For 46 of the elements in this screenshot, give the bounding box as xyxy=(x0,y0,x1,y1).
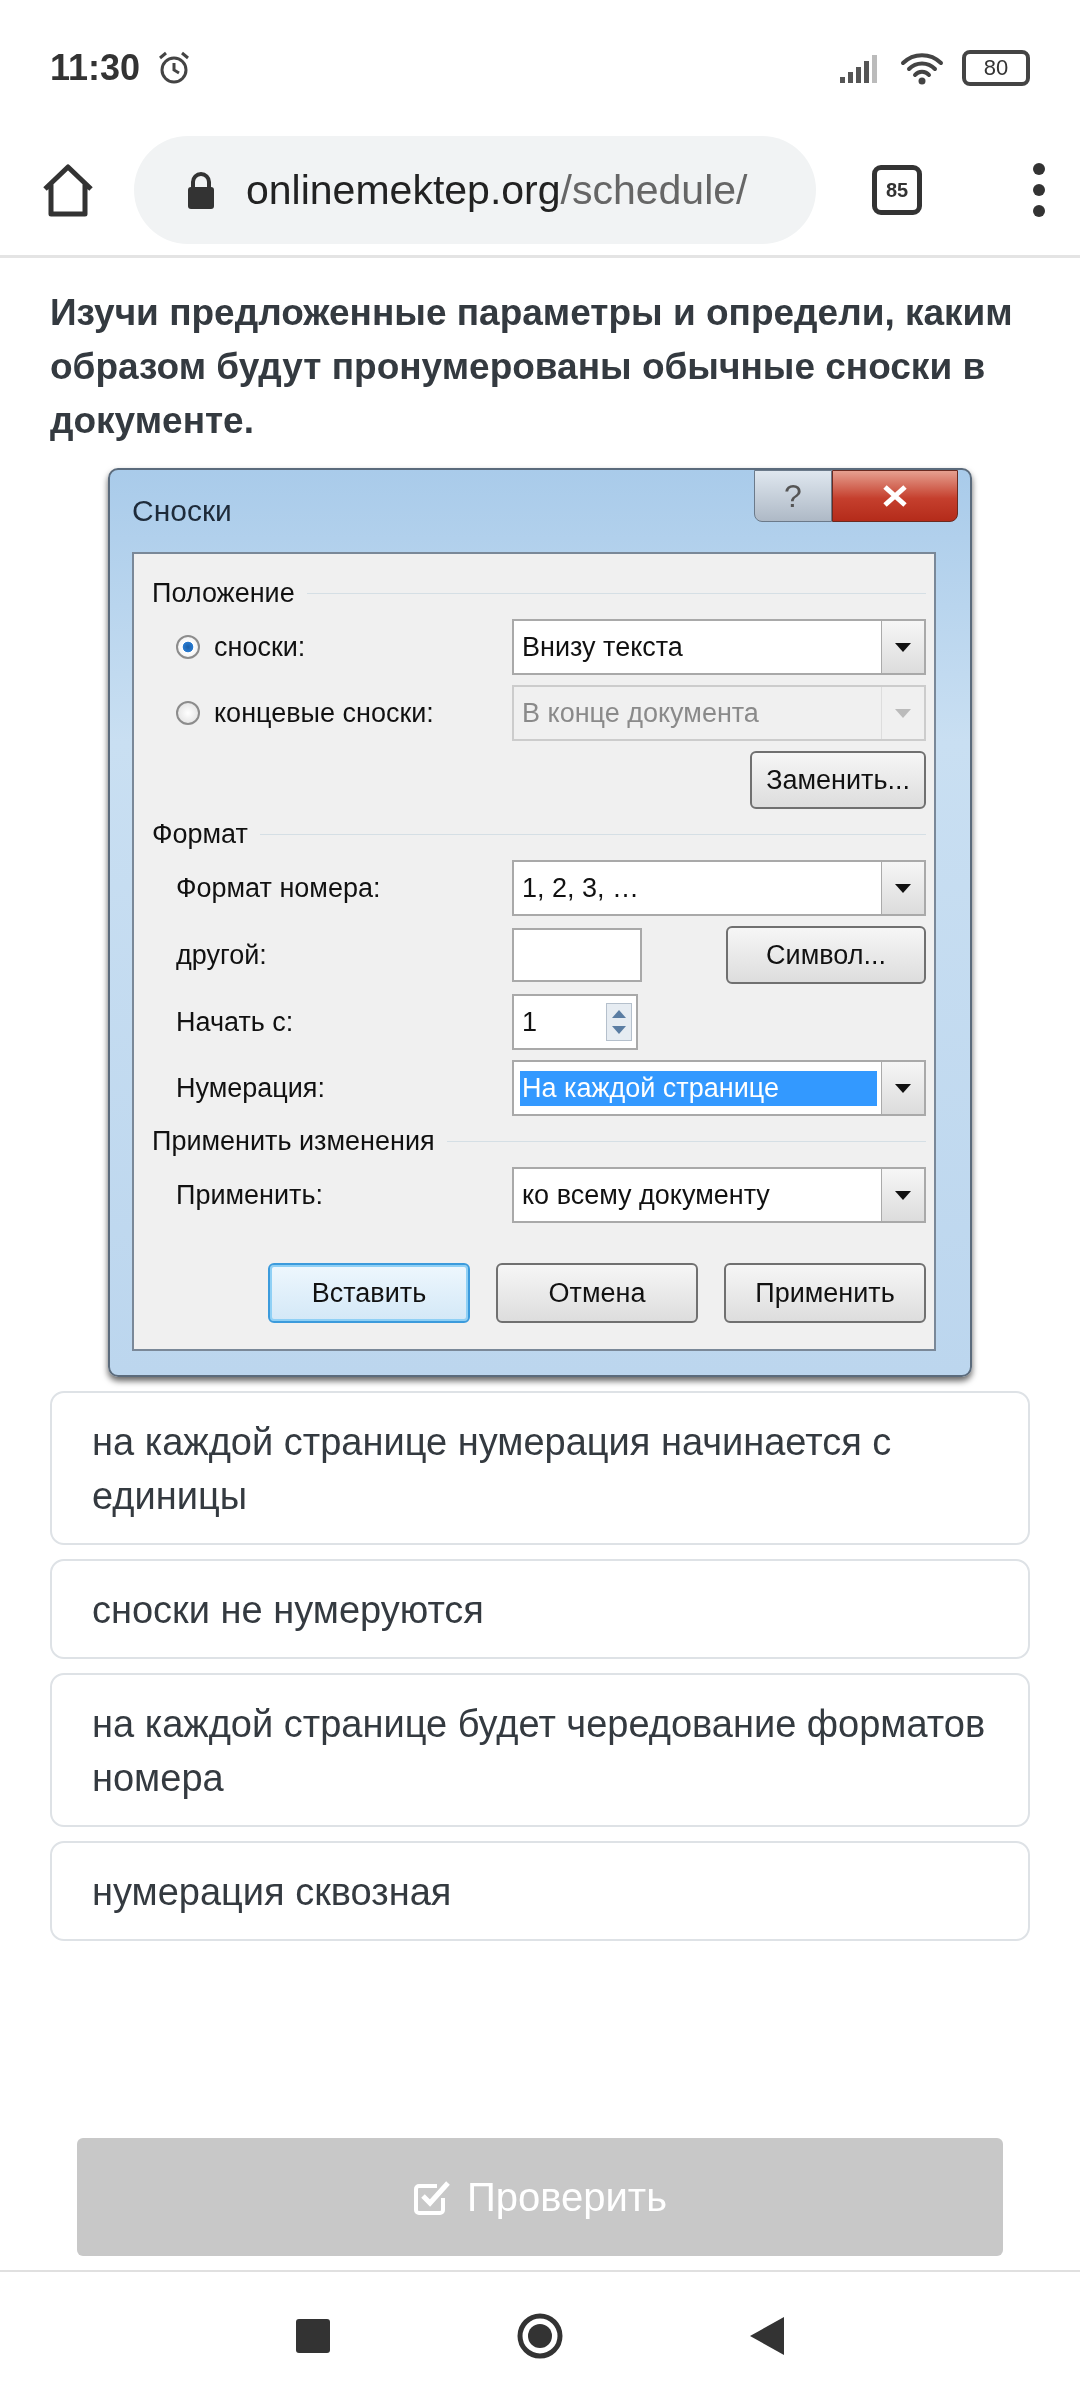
field-label: Формат номера: xyxy=(176,872,381,904)
answer-option[interactable]: на каждой странице нумерация начинается с единицы xyxy=(50,1391,1030,1545)
answer-option[interactable]: нумерация сквозная xyxy=(50,1841,1030,1941)
field-label: Нумерация: xyxy=(176,1072,325,1104)
close-button[interactable] xyxy=(832,470,958,522)
address-bar[interactable]: onlinemektep.org/schedule/ xyxy=(134,136,816,244)
dialog-button[interactable]: Отмена xyxy=(496,1263,698,1323)
dropdown-arrow-icon[interactable] xyxy=(895,883,911,893)
section-title: Положение xyxy=(152,578,295,609)
dropdown[interactable]: ко всему документу xyxy=(512,1167,926,1223)
dialog-button[interactable]: Применить xyxy=(724,1263,926,1323)
close-icon xyxy=(882,485,908,507)
dropdown-arrow-icon[interactable] xyxy=(895,1083,911,1093)
dropdown-arrow-icon[interactable] xyxy=(895,1190,911,1200)
home-circle-icon[interactable] xyxy=(516,2312,564,2360)
section-title: Формат xyxy=(152,819,248,850)
radio-label: концевые сноски: xyxy=(214,697,434,729)
lock-icon xyxy=(186,171,216,209)
clock-time: 11:30 xyxy=(50,46,141,89)
number-spinner[interactable]: 1 xyxy=(512,994,638,1050)
menu-icon[interactable] xyxy=(1032,162,1046,218)
dropdown[interactable]: Внизу текста xyxy=(512,619,926,675)
dropdown: В конце документа xyxy=(512,685,926,741)
answer-option[interactable]: сноски не нумеруются xyxy=(50,1559,1030,1659)
section-title: Применить изменения xyxy=(152,1126,435,1157)
radio-button[interactable] xyxy=(176,635,200,659)
input-field[interactable] xyxy=(512,928,642,982)
wifi-icon xyxy=(900,50,944,85)
field-label: Применить: xyxy=(176,1179,323,1211)
field-label: Начать с: xyxy=(176,1006,294,1038)
battery-icon: 80 xyxy=(962,49,1030,86)
question-text: Изучи предложенные параметры и определи, каким образом будут пронумерованы обычные сноски в документе. xyxy=(50,291,1014,443)
back-triangle-icon[interactable] xyxy=(750,2317,784,2355)
dialog-title: Сноски xyxy=(132,494,232,528)
help-button[interactable]: ? xyxy=(754,470,832,522)
radio-label: сноски: xyxy=(214,631,306,663)
field-label: другой: xyxy=(176,939,267,971)
url-text: onlinemektep.org/schedule/ xyxy=(246,166,748,214)
dropdown[interactable]: 1, 2, 3, … xyxy=(512,860,926,916)
replace-button[interactable]: Заменить... xyxy=(750,751,926,809)
spin-arrows-icon xyxy=(606,1003,632,1041)
tab-count-button[interactable]: 85 xyxy=(872,165,922,215)
answer-option[interactable]: на каждой странице будет чередование форматов номера xyxy=(50,1673,1030,1827)
dialog-button[interactable]: Вставить xyxy=(268,1263,470,1323)
dropdown-arrow-icon[interactable] xyxy=(895,642,911,652)
symbol-button[interactable]: Символ... xyxy=(726,926,926,984)
